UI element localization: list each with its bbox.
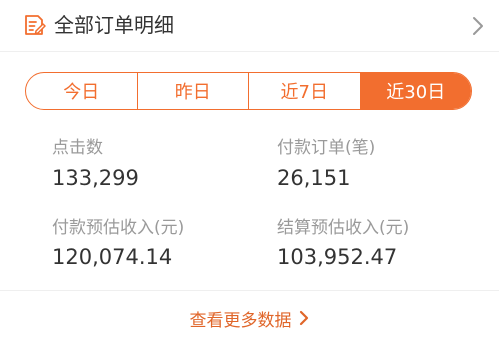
paid-orders-label: 付款订单(笔)	[277, 138, 376, 158]
clicks-value: 133,299	[52, 166, 139, 190]
settled-income-label: 结算预估收入(元)	[277, 218, 410, 238]
tab-last-7-days[interactable]: 近7日	[249, 73, 361, 109]
page-title: 全部订单明细	[54, 13, 174, 37]
clicks-label: 点击数	[52, 138, 103, 158]
paid-income-value: 120,074.14	[52, 245, 173, 269]
edit-list-icon	[22, 13, 46, 37]
date-range-tabs: 今日 昨日 近7日 近30日	[25, 72, 472, 110]
tab-today[interactable]: 今日	[26, 73, 138, 109]
view-more-label: 查看更多数据	[189, 310, 292, 331]
footer-divider	[0, 290, 499, 291]
chevron-right-icon	[298, 309, 310, 327]
settled-income-value: 103,952.47	[277, 245, 398, 269]
tab-last-30-days[interactable]: 近30日	[360, 73, 471, 109]
chevron-right-icon[interactable]	[471, 15, 485, 37]
order-detail-header[interactable]: 全部订单明细	[0, 0, 499, 52]
paid-income-label: 付款预估收入(元)	[52, 218, 185, 238]
paid-orders-value: 26,151	[277, 166, 351, 190]
tab-yesterday[interactable]: 昨日	[138, 73, 249, 109]
view-more-data-link[interactable]: 查看更多数据	[0, 305, 499, 331]
